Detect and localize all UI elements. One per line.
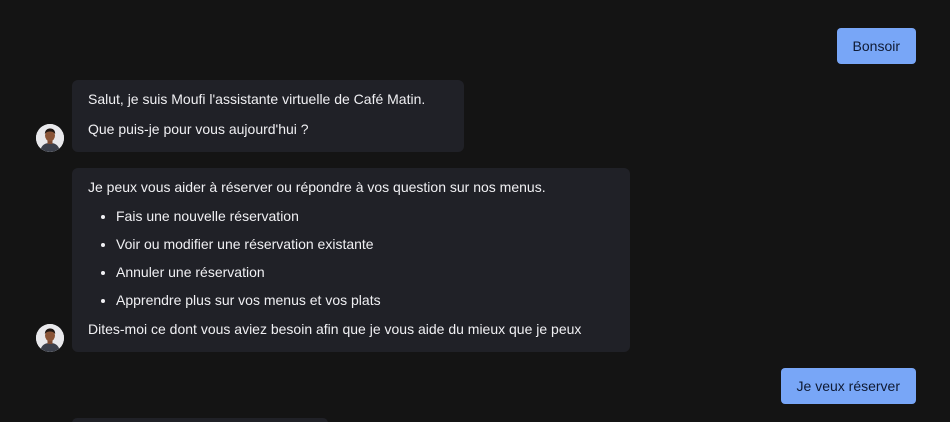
assistant-question-text: Que puis-je pour vous aujourd'hui ? (88, 121, 309, 137)
assistant-avatar-icon (36, 124, 64, 152)
assistant-bubble: Salut, je suis Moufi l'assistante virtue… (72, 80, 464, 152)
list-item: Fais une nouvelle réservation (116, 206, 614, 226)
list-item: Apprendre plus sur vos menus et vos plat… (116, 290, 614, 310)
assistant-bubble-partial (72, 418, 328, 422)
assistant-options-list: Fais une nouvelle réservation Voir ou mo… (88, 206, 614, 310)
user-message-reserve: Je veux réserver (780, 368, 916, 404)
list-item: Annuler une réservation (116, 262, 614, 282)
assistant-greeting-text: Salut, je suis Moufi l'assistante virtue… (88, 91, 426, 107)
assistant-intro-text: Je peux vous aider à réserver ou répondr… (88, 179, 546, 195)
user-message-bonsoir: Bonsoir (836, 28, 916, 64)
assistant-closing-text: Dites-moi ce dont vous aviez besoin afin… (88, 321, 582, 337)
assistant-avatar-icon (36, 324, 64, 352)
list-item: Voir ou modifier une réservation existan… (116, 234, 614, 254)
chat-thread: Bonsoir Salut, je suis Moufi l'assistant… (0, 0, 950, 422)
assistant-bubble: Je peux vous aider à réserver ou répondr… (72, 168, 630, 352)
